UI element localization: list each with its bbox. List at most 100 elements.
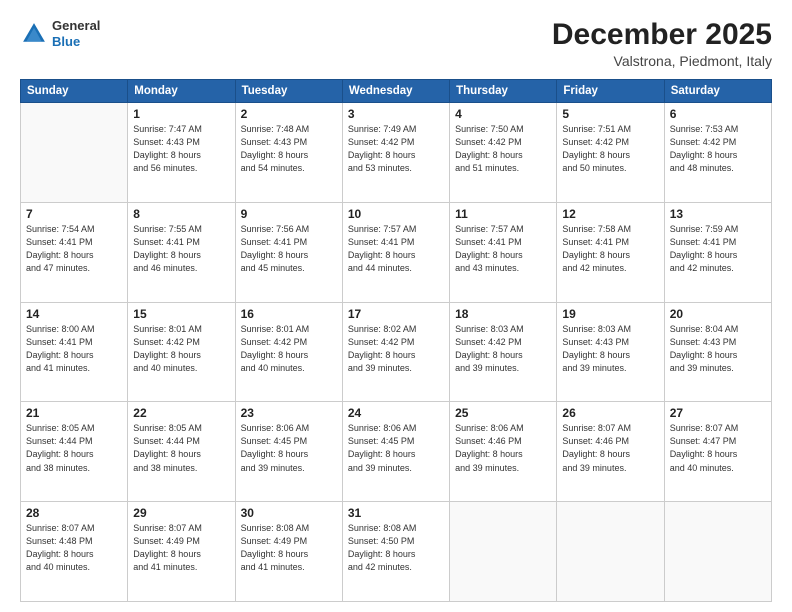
table-row: [664, 502, 771, 602]
calendar-header-row: Sunday Monday Tuesday Wednesday Thursday…: [21, 80, 772, 103]
day-number: 30: [241, 506, 337, 520]
day-number: 20: [670, 307, 766, 321]
table-row: [450, 502, 557, 602]
col-thursday: Thursday: [450, 80, 557, 103]
day-number: 31: [348, 506, 444, 520]
cell-info: Sunrise: 8:06 AM Sunset: 4:46 PM Dayligh…: [455, 422, 551, 474]
cell-info: Sunrise: 7:57 AM Sunset: 4:41 PM Dayligh…: [455, 223, 551, 275]
cell-info: Sunrise: 7:55 AM Sunset: 4:41 PM Dayligh…: [133, 223, 229, 275]
logo: General Blue: [20, 18, 100, 49]
day-number: 15: [133, 307, 229, 321]
table-row: 5 Sunrise: 7:51 AM Sunset: 4:42 PM Daylig…: [557, 103, 664, 203]
day-number: 5: [562, 107, 658, 121]
col-tuesday: Tuesday: [235, 80, 342, 103]
cell-info: Sunrise: 8:00 AM Sunset: 4:41 PM Dayligh…: [26, 323, 122, 375]
table-row: 1 Sunrise: 7:47 AM Sunset: 4:43 PM Daylig…: [128, 103, 235, 203]
day-number: 8: [133, 207, 229, 221]
col-wednesday: Wednesday: [342, 80, 449, 103]
table-row: 10 Sunrise: 7:57 AM Sunset: 4:41 PM Dayli…: [342, 202, 449, 302]
table-row: 28 Sunrise: 8:07 AM Sunset: 4:48 PM Dayli…: [21, 502, 128, 602]
table-row: 9 Sunrise: 7:56 AM Sunset: 4:41 PM Daylig…: [235, 202, 342, 302]
day-number: 3: [348, 107, 444, 121]
table-row: 21Sunrise: 8:05 AM Sunset: 4:44 PM Dayli…: [21, 402, 128, 502]
table-row: 8 Sunrise: 7:55 AM Sunset: 4:41 PM Daylig…: [128, 202, 235, 302]
day-number: 25: [455, 406, 551, 420]
day-number: 6: [670, 107, 766, 121]
calendar-week-row: 7 Sunrise: 7:54 AM Sunset: 4:41 PM Daylig…: [21, 202, 772, 302]
cell-info: Sunrise: 7:53 AM Sunset: 4:42 PM Dayligh…: [670, 123, 766, 175]
day-number: 7: [26, 207, 122, 221]
table-row: 17Sunrise: 8:02 AM Sunset: 4:42 PM Dayli…: [342, 302, 449, 402]
table-row: 24Sunrise: 8:06 AM Sunset: 4:45 PM Dayli…: [342, 402, 449, 502]
day-number: 11: [455, 207, 551, 221]
cell-info: Sunrise: 7:57 AM Sunset: 4:41 PM Dayligh…: [348, 223, 444, 275]
month-year: December 2025: [552, 18, 772, 51]
day-number: 10: [348, 207, 444, 221]
calendar-week-row: 14 Sunrise: 8:00 AM Sunset: 4:41 PM Dayli…: [21, 302, 772, 402]
table-row: 7 Sunrise: 7:54 AM Sunset: 4:41 PM Daylig…: [21, 202, 128, 302]
cell-info: Sunrise: 7:49 AM Sunset: 4:42 PM Dayligh…: [348, 123, 444, 175]
cell-info: Sunrise: 8:07 AM Sunset: 4:47 PM Dayligh…: [670, 422, 766, 474]
logo-text: General Blue: [52, 18, 100, 49]
calendar-week-row: 21Sunrise: 8:05 AM Sunset: 4:44 PM Dayli…: [21, 402, 772, 502]
day-number: 23: [241, 406, 337, 420]
calendar-week-row: 1 Sunrise: 7:47 AM Sunset: 4:43 PM Daylig…: [21, 103, 772, 203]
table-row: 18 Sunrise: 8:03 AM Sunset: 4:42 PM Dayli…: [450, 302, 557, 402]
cell-info: Sunrise: 7:51 AM Sunset: 4:42 PM Dayligh…: [562, 123, 658, 175]
day-number: 19: [562, 307, 658, 321]
day-number: 29: [133, 506, 229, 520]
day-number: 13: [670, 207, 766, 221]
col-sunday: Sunday: [21, 80, 128, 103]
day-number: 24: [348, 406, 444, 420]
day-number: 27: [670, 406, 766, 420]
col-friday: Friday: [557, 80, 664, 103]
table-row: 20 Sunrise: 8:04 AM Sunset: 4:43 PM Dayli…: [664, 302, 771, 402]
cell-info: Sunrise: 8:08 AM Sunset: 4:50 PM Dayligh…: [348, 522, 444, 574]
col-monday: Monday: [128, 80, 235, 103]
page: General Blue December 2025 Valstrona, Pi…: [0, 0, 792, 612]
table-row: 3 Sunrise: 7:49 AM Sunset: 4:42 PM Daylig…: [342, 103, 449, 203]
day-number: 28: [26, 506, 122, 520]
table-row: 16Sunrise: 8:01 AM Sunset: 4:42 PM Dayli…: [235, 302, 342, 402]
table-row: 11 Sunrise: 7:57 AM Sunset: 4:41 PM Dayli…: [450, 202, 557, 302]
cell-info: Sunrise: 7:54 AM Sunset: 4:41 PM Dayligh…: [26, 223, 122, 275]
table-row: 31 Sunrise: 8:08 AM Sunset: 4:50 PM Dayli…: [342, 502, 449, 602]
day-number: 26: [562, 406, 658, 420]
table-row: 6 Sunrise: 7:53 AM Sunset: 4:42 PM Daylig…: [664, 103, 771, 203]
day-number: 12: [562, 207, 658, 221]
day-number: 22: [133, 406, 229, 420]
cell-info: Sunrise: 7:50 AM Sunset: 4:42 PM Dayligh…: [455, 123, 551, 175]
table-row: 23 Sunrise: 8:06 AM Sunset: 4:45 PM Dayli…: [235, 402, 342, 502]
day-number: 9: [241, 207, 337, 221]
day-number: 17: [348, 307, 444, 321]
table-row: [21, 103, 128, 203]
table-row: 27 Sunrise: 8:07 AM Sunset: 4:47 PM Dayli…: [664, 402, 771, 502]
calendar-table: Sunday Monday Tuesday Wednesday Thursday…: [20, 79, 772, 602]
day-number: 14: [26, 307, 122, 321]
table-row: 29 Sunrise: 8:07 AM Sunset: 4:49 PM Dayli…: [128, 502, 235, 602]
cell-info: Sunrise: 8:07 AM Sunset: 4:49 PM Dayligh…: [133, 522, 229, 574]
table-row: 4Sunrise: 7:50 AM Sunset: 4:42 PM Daylig…: [450, 103, 557, 203]
table-row: 12Sunrise: 7:58 AM Sunset: 4:41 PM Dayli…: [557, 202, 664, 302]
table-row: 14 Sunrise: 8:00 AM Sunset: 4:41 PM Dayli…: [21, 302, 128, 402]
header: General Blue December 2025 Valstrona, Pi…: [20, 18, 772, 69]
cell-info: Sunrise: 8:07 AM Sunset: 4:48 PM Dayligh…: [26, 522, 122, 574]
day-number: 1: [133, 107, 229, 121]
cell-info: Sunrise: 8:05 AM Sunset: 4:44 PM Dayligh…: [133, 422, 229, 474]
table-row: 22 Sunrise: 8:05 AM Sunset: 4:44 PM Dayli…: [128, 402, 235, 502]
day-number: 18: [455, 307, 551, 321]
table-row: 2Sunrise: 7:48 AM Sunset: 4:43 PM Daylig…: [235, 103, 342, 203]
location: Valstrona, Piedmont, Italy: [552, 53, 772, 69]
cell-info: Sunrise: 8:05 AM Sunset: 4:44 PM Dayligh…: [26, 422, 122, 474]
table-row: [557, 502, 664, 602]
cell-info: Sunrise: 8:06 AM Sunset: 4:45 PM Dayligh…: [241, 422, 337, 474]
calendar-week-row: 28 Sunrise: 8:07 AM Sunset: 4:48 PM Dayli…: [21, 502, 772, 602]
cell-info: Sunrise: 8:04 AM Sunset: 4:43 PM Dayligh…: [670, 323, 766, 375]
cell-info: Sunrise: 8:08 AM Sunset: 4:49 PM Dayligh…: [241, 522, 337, 574]
cell-info: Sunrise: 8:03 AM Sunset: 4:42 PM Dayligh…: [455, 323, 551, 375]
cell-info: Sunrise: 8:01 AM Sunset: 4:42 PM Dayligh…: [133, 323, 229, 375]
table-row: 13Sunrise: 7:59 AM Sunset: 4:41 PM Dayli…: [664, 202, 771, 302]
cell-info: Sunrise: 7:56 AM Sunset: 4:41 PM Dayligh…: [241, 223, 337, 275]
cell-info: Sunrise: 7:47 AM Sunset: 4:43 PM Dayligh…: [133, 123, 229, 175]
cell-info: Sunrise: 8:07 AM Sunset: 4:46 PM Dayligh…: [562, 422, 658, 474]
